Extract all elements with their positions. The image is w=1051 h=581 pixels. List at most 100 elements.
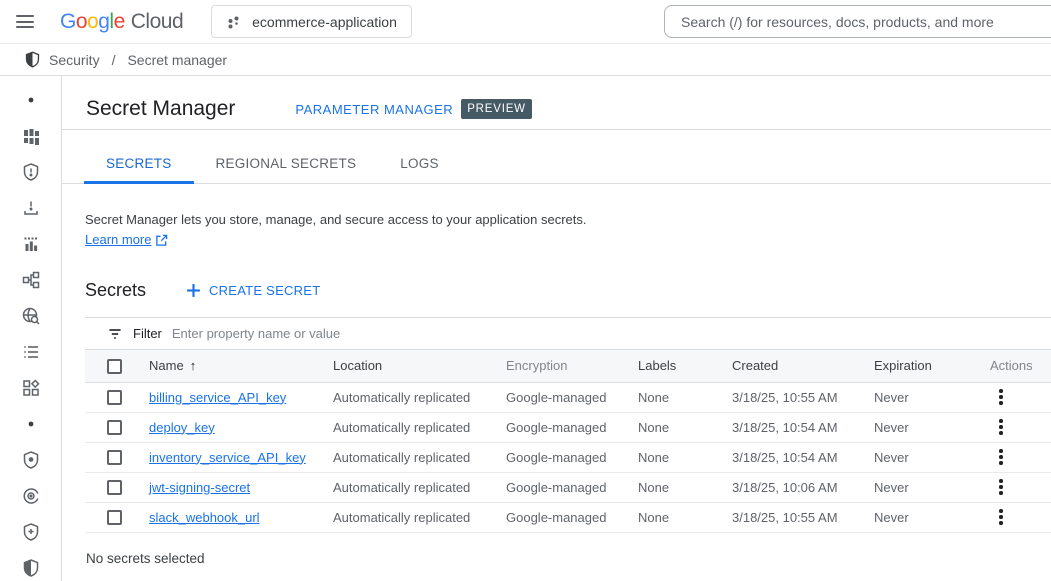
select-all-checkbox[interactable] bbox=[107, 359, 122, 374]
tab-secrets[interactable]: SECRETS bbox=[84, 145, 194, 184]
grid-diamond-icon[interactable] bbox=[0, 370, 61, 406]
preview-badge: PREVIEW bbox=[461, 99, 532, 119]
cell-labels: None bbox=[638, 382, 732, 412]
page-header: Secret Manager PARAMETER MANAGER PREVIEW bbox=[62, 76, 1051, 130]
cell-created: 3/18/25, 10:06 AM bbox=[732, 472, 874, 502]
external-link-icon bbox=[155, 234, 168, 247]
table-header-row: Name↑ Location Encryption Labels Created… bbox=[85, 350, 1051, 382]
cell-expiration: Never bbox=[874, 502, 974, 532]
list-icon[interactable] bbox=[0, 334, 61, 370]
cell-labels: None bbox=[638, 502, 732, 532]
row-actions-button[interactable] bbox=[990, 505, 1012, 529]
filter-bar: Filter bbox=[85, 318, 1051, 350]
column-header-actions: Actions bbox=[974, 350, 1051, 382]
table-row: slack_webhook_url Automatically replicat… bbox=[85, 502, 1051, 532]
compliance-circle-icon[interactable] bbox=[0, 478, 61, 514]
cell-labels: None bbox=[638, 472, 732, 502]
secret-name-link[interactable]: jwt-signing-secret bbox=[149, 480, 250, 495]
tab-logs[interactable]: LOGS bbox=[378, 145, 461, 184]
cell-labels: None bbox=[638, 412, 732, 442]
logo-letter: g bbox=[98, 10, 109, 33]
row-actions-button[interactable] bbox=[990, 385, 1012, 409]
row-checkbox[interactable] bbox=[107, 450, 122, 465]
logo-letter: o bbox=[76, 10, 87, 33]
shield-dot-icon[interactable] bbox=[0, 442, 61, 478]
cell-location: Automatically replicated bbox=[333, 472, 506, 502]
cell-location: Automatically replicated bbox=[333, 382, 506, 412]
secret-name-link[interactable]: inventory_service_API_key bbox=[149, 450, 306, 465]
menu-icon[interactable] bbox=[16, 10, 40, 34]
search-input[interactable] bbox=[664, 5, 1051, 38]
cell-encryption: Google-managed bbox=[506, 502, 638, 532]
secret-name-link[interactable]: slack_webhook_url bbox=[149, 510, 260, 525]
cell-created: 3/18/25, 10:54 AM bbox=[732, 442, 874, 472]
selection-status: No secrets selected bbox=[86, 551, 1051, 566]
row-checkbox[interactable] bbox=[107, 480, 122, 495]
secret-name-link[interactable]: billing_service_API_key bbox=[149, 390, 286, 405]
learn-more-link[interactable]: Learn more bbox=[85, 230, 168, 250]
dot-icon[interactable] bbox=[0, 82, 61, 118]
google-cloud-logo: Google Cloud bbox=[60, 10, 183, 34]
secrets-table-card: Filter Name↑ Location Encryption Labels bbox=[85, 317, 1051, 533]
table-row: jwt-signing-secret Automatically replica… bbox=[85, 472, 1051, 502]
create-secret-button[interactable]: CREATE SECRET bbox=[186, 283, 320, 298]
cell-encryption: Google-managed bbox=[506, 382, 638, 412]
intro-description: Secret Manager lets you store, manage, a… bbox=[85, 210, 1051, 250]
shield-half-icon[interactable] bbox=[0, 550, 61, 581]
secrets-table: Name↑ Location Encryption Labels Created… bbox=[85, 350, 1051, 533]
logo-letter: o bbox=[87, 10, 98, 33]
security-shield-icon bbox=[24, 51, 41, 68]
network-icon[interactable] bbox=[0, 262, 61, 298]
bar-chart-icon[interactable] bbox=[0, 226, 61, 262]
tab-regional-secrets[interactable]: REGIONAL SECRETS bbox=[194, 145, 379, 184]
table-row: billing_service_API_key Automatically re… bbox=[85, 382, 1051, 412]
cell-created: 3/18/25, 10:55 AM bbox=[732, 382, 874, 412]
secret-name-link[interactable]: deploy_key bbox=[149, 420, 215, 435]
shield-alert-icon[interactable] bbox=[0, 154, 61, 190]
column-header-location[interactable]: Location bbox=[333, 350, 506, 382]
row-checkbox[interactable] bbox=[107, 510, 122, 525]
row-actions-button[interactable] bbox=[990, 475, 1012, 499]
page-title: Secret Manager bbox=[86, 97, 235, 121]
cell-expiration: Never bbox=[874, 382, 974, 412]
shield-plus-icon[interactable] bbox=[0, 514, 61, 550]
breadcrumb-section[interactable]: Security bbox=[49, 52, 100, 68]
logo-letter: G bbox=[60, 10, 76, 33]
cell-location: Automatically replicated bbox=[333, 412, 506, 442]
left-icon-sidebar bbox=[0, 76, 62, 581]
column-header-name[interactable]: Name↑ bbox=[149, 350, 333, 382]
cell-created: 3/18/25, 10:54 AM bbox=[732, 412, 874, 442]
cell-labels: None bbox=[638, 442, 732, 472]
top-app-bar: Google Cloud ecommerce-application bbox=[0, 0, 1051, 44]
logo-cloud-text: Cloud bbox=[131, 10, 183, 34]
tray-alert-icon[interactable] bbox=[0, 190, 61, 226]
project-selector[interactable]: ecommerce-application bbox=[211, 5, 412, 38]
row-actions-button[interactable] bbox=[990, 445, 1012, 469]
globe-search-icon[interactable] bbox=[0, 298, 61, 334]
column-header-labels[interactable]: Labels bbox=[638, 350, 732, 382]
global-search bbox=[664, 5, 1051, 38]
cell-expiration: Never bbox=[874, 472, 974, 502]
cell-encryption: Google-managed bbox=[506, 472, 638, 502]
cell-location: Automatically replicated bbox=[333, 442, 506, 472]
cell-expiration: Never bbox=[874, 442, 974, 472]
breadcrumb-page: Secret manager bbox=[127, 52, 227, 68]
cell-expiration: Never bbox=[874, 412, 974, 442]
cell-encryption: Google-managed bbox=[506, 442, 638, 472]
logo-letter: e bbox=[114, 10, 125, 33]
secrets-section-header: Secrets CREATE SECRET bbox=[85, 280, 1051, 301]
parameter-manager-link[interactable]: PARAMETER MANAGER bbox=[295, 102, 453, 117]
row-actions-button[interactable] bbox=[990, 415, 1012, 439]
dot-icon[interactable] bbox=[0, 406, 61, 442]
column-header-created[interactable]: Created bbox=[732, 350, 874, 382]
learn-more-label: Learn more bbox=[85, 230, 151, 250]
project-name: ecommerce-application bbox=[252, 14, 397, 30]
column-header-expiration[interactable]: Expiration bbox=[874, 350, 974, 382]
blocks-icon[interactable] bbox=[0, 118, 61, 154]
table-row: deploy_key Automatically replicated Goog… bbox=[85, 412, 1051, 442]
row-checkbox[interactable] bbox=[107, 390, 122, 405]
filter-input[interactable] bbox=[172, 318, 1051, 349]
intro-text: Secret Manager lets you store, manage, a… bbox=[85, 210, 1051, 230]
row-checkbox[interactable] bbox=[107, 420, 122, 435]
cell-location: Automatically replicated bbox=[333, 502, 506, 532]
